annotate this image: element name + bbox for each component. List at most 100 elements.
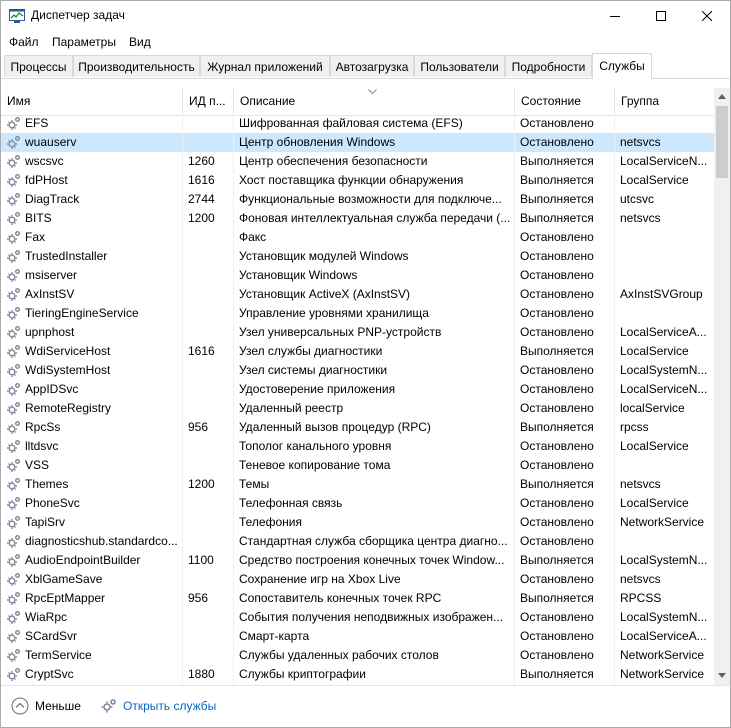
service-row[interactable]: VSS Теневое копирование тома Остановлено — [1, 456, 714, 475]
service-pid-cell — [188, 513, 232, 532]
service-row[interactable]: wuauserv Центр обновления Windows Остановл… — [1, 133, 714, 152]
service-pid-cell — [188, 247, 232, 266]
service-row[interactable]: Themes 1200 Темы Выполняется netsvcs — [1, 475, 714, 494]
service-gear-icon — [6, 496, 21, 511]
service-name-cell: RemoteRegistry — [25, 401, 112, 415]
service-name-cell: SCardSvr — [25, 629, 78, 643]
service-row[interactable]: TrustedInstaller Установщик модулей Windo… — [1, 247, 714, 266]
maximize-button[interactable] — [638, 1, 684, 31]
service-status-cell: Остановлено — [520, 534, 594, 548]
service-row[interactable]: wscsvc 1260 Центр обеспечения безопасности… — [1, 152, 714, 171]
close-icon — [702, 11, 712, 21]
service-group-cell: localService — [620, 401, 685, 415]
tab-users[interactable]: Пользователи — [414, 55, 505, 77]
service-row[interactable]: TapiSrv Телефония Остановлено NetworkServic… — [1, 513, 714, 532]
service-status-cell: Выполняется — [520, 344, 594, 358]
service-row[interactable]: RemoteRegistry Удаленный реестр Остановлен… — [1, 399, 714, 418]
services-gear-icon — [101, 699, 116, 713]
service-row[interactable]: WdiSystemHost Узел системы диагностики Ост… — [1, 361, 714, 380]
service-row[interactable]: PhoneSvc Телефонная связь Остановлено Local… — [1, 494, 714, 513]
service-description-cell: Узел системы диагностики — [239, 363, 388, 377]
service-row[interactable]: AxInstSV Установщик ActiveX (AxInstSV) Ост… — [1, 285, 714, 304]
service-row[interactable]: msiserver Установщик Windows Остановлено — [1, 266, 714, 285]
service-row[interactable]: TieringEngineService Управление уровнями … — [1, 304, 714, 323]
service-row[interactable]: WiaRpc События получения неподвижных изоб… — [1, 608, 714, 627]
tab-details[interactable]: Подробности — [505, 55, 592, 77]
service-row[interactable]: TermService Службы удаленных рабочих стол… — [1, 646, 714, 665]
service-group-cell — [620, 456, 713, 475]
service-group-cell — [620, 304, 713, 323]
service-row[interactable]: CryptSvc 1880 Службы криптографии Выполняет… — [1, 665, 714, 684]
tab-startup[interactable]: Автозагрузка — [330, 55, 414, 77]
service-description-cell: События получения неподвижных изображен.… — [239, 610, 504, 624]
open-services-link[interactable]: Открыть службы — [101, 696, 216, 716]
service-name-cell: WdiSystemHost — [25, 363, 111, 377]
service-name-cell: RpcEptMapper — [25, 591, 106, 605]
column-status-header[interactable]: Состояние — [514, 88, 614, 115]
service-status-cell: Остановлено — [520, 287, 594, 301]
service-name-cell: TapiSrv — [25, 515, 66, 529]
service-gear-icon — [6, 249, 21, 264]
service-row[interactable]: RpcEptMapper 956 Сопоставитель конечных то… — [1, 589, 714, 608]
service-row[interactable]: AppIDSvc Удостоверение приложения Остановл… — [1, 380, 714, 399]
menu-options[interactable]: Параметры — [52, 35, 116, 49]
scroll-up-button[interactable] — [714, 88, 730, 104]
service-group-cell: rpcss — [620, 420, 649, 434]
column-name-header[interactable]: Имя — [1, 88, 182, 115]
service-row[interactable]: AudioEndpointBuilder 1100 Средство построе… — [1, 551, 714, 570]
vertical-scrollbar[interactable] — [714, 88, 730, 685]
service-row[interactable]: DiagTrack 2744 Функциональные возможности … — [1, 190, 714, 209]
service-status-cell: Остановлено — [520, 249, 594, 263]
service-name-cell: TieringEngineService — [25, 306, 139, 320]
service-gear-icon — [6, 116, 21, 131]
tab-app-history[interactable]: Журнал приложений — [200, 55, 330, 77]
service-row[interactable]: fdPHost 1616 Хост поставщика функции обнар… — [1, 171, 714, 190]
service-gear-icon — [6, 515, 21, 530]
service-row[interactable]: BITS 1200 Фоновая интеллектуальная служба … — [1, 209, 714, 228]
service-status-cell: Остановлено — [520, 458, 594, 472]
service-group-cell: LocalServiceN... — [620, 382, 708, 396]
tab-processes[interactable]: Процессы — [4, 55, 73, 77]
service-name-cell: fdPHost — [25, 173, 68, 187]
service-row[interactable]: lltdsvc Тополог канального уровня Остановл… — [1, 437, 714, 456]
service-status-cell: Выполняется — [520, 667, 594, 681]
service-row[interactable]: diagnosticshub.standardco... Стандартная … — [1, 532, 714, 551]
column-group-header[interactable]: Группа — [614, 88, 714, 115]
service-gear-icon — [6, 648, 21, 663]
tab-services[interactable]: Службы — [592, 53, 652, 79]
service-group-cell: NetworkService — [620, 648, 705, 662]
menu-view[interactable]: Вид — [129, 35, 151, 49]
menu-file[interactable]: Файл — [9, 35, 39, 49]
service-row[interactable]: XblGameSave Сохранение игр на Xbox Live Ос… — [1, 570, 714, 589]
service-row[interactable]: EFS Шифрованная файловая система (EFS) Ост… — [1, 114, 714, 133]
minimize-button[interactable] — [592, 1, 638, 31]
column-header: Имя ИД п... Описание Состояние Группа — [1, 88, 714, 116]
service-status-cell: Остановлено — [520, 135, 594, 149]
fewer-details-button[interactable]: Меньше — [11, 696, 81, 716]
service-gear-icon — [6, 667, 21, 682]
service-row[interactable]: RpcSs 956 Удаленный вызов процедур (RPC) Вы… — [1, 418, 714, 437]
task-manager-icon — [9, 9, 25, 23]
services-list: EFS Шифрованная файловая система (EFS) Ост… — [1, 114, 714, 685]
service-description-cell: Сохранение игр на Xbox Live — [239, 572, 401, 586]
service-status-cell: Выполняется — [520, 477, 594, 491]
scrollbar-thumb[interactable] — [716, 106, 728, 178]
service-gear-icon — [6, 401, 21, 416]
title-bar[interactable]: Диспетчер задач — [1, 1, 730, 31]
service-group-cell: AxInstSVGroup — [620, 287, 703, 301]
service-row[interactable]: WdiServiceHost 1616 Узел службы диагностик… — [1, 342, 714, 361]
service-group-cell: RPCSS — [620, 591, 662, 605]
service-row[interactable]: SCardSvr Смарт-карта Остановлено LocalServi… — [1, 627, 714, 646]
service-row[interactable]: Fax Факс Остановлено — [1, 228, 714, 247]
service-description-cell: Средство построения конечных точек Windo… — [239, 553, 505, 567]
service-pid-cell: 956 — [188, 420, 209, 434]
service-row[interactable]: upnphost Узел универсальных PNP-устройств… — [1, 323, 714, 342]
column-pid-header[interactable]: ИД п... — [182, 88, 233, 115]
service-gear-icon — [6, 629, 21, 644]
close-button[interactable] — [684, 1, 730, 31]
service-group-cell: netsvcs — [620, 211, 661, 225]
service-name-cell: wscsvc — [25, 154, 64, 168]
tab-performance[interactable]: Производительность — [73, 55, 200, 77]
scroll-down-button[interactable] — [714, 667, 730, 683]
service-gear-icon — [6, 154, 21, 169]
